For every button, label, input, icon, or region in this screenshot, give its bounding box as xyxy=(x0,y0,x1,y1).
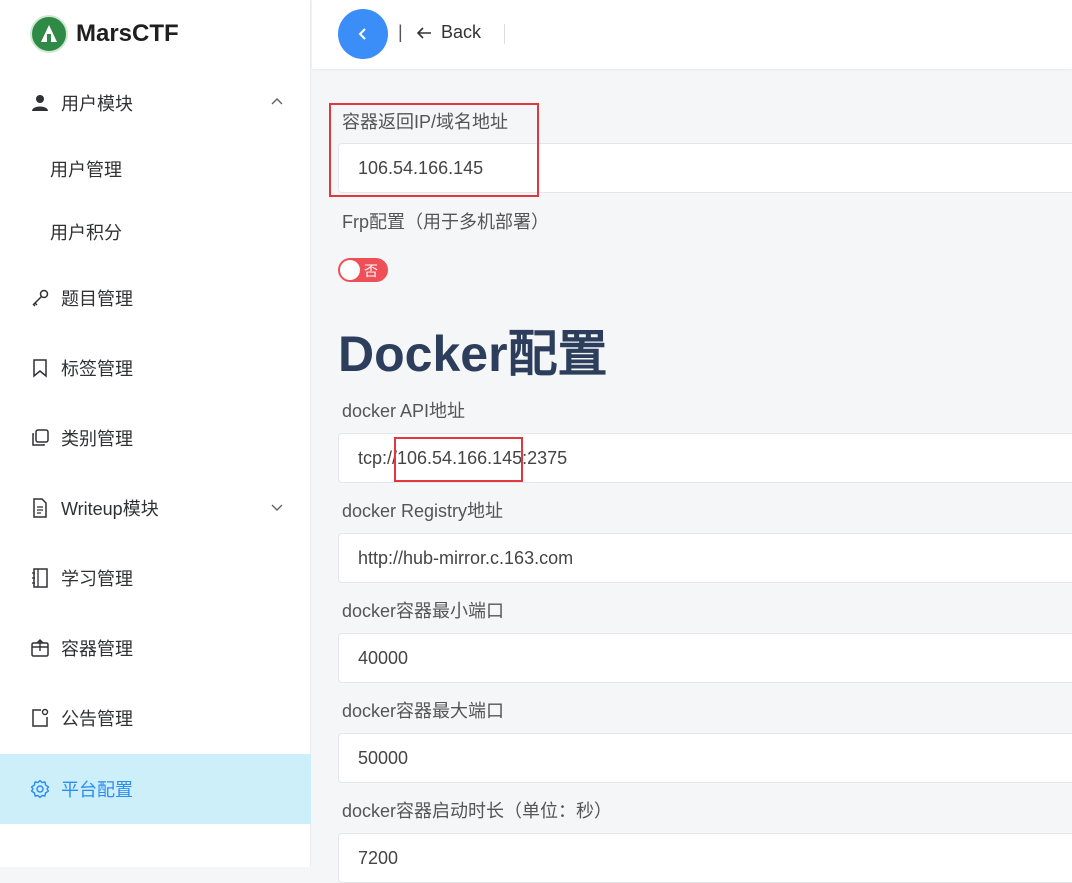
docker-section-title: Docker配置 xyxy=(338,326,608,382)
logo-icon xyxy=(30,15,68,53)
user-icon xyxy=(30,93,50,113)
docker-api-label: docker API地址 xyxy=(342,401,466,421)
sidebar-item-challenges[interactable]: 题目管理 xyxy=(0,263,311,333)
frp-toggle[interactable]: 否 xyxy=(338,258,388,282)
sidebar-item-tags[interactable]: 标签管理 xyxy=(0,333,311,403)
sidebar-item-label: 用户管理 xyxy=(50,160,122,180)
sidebar: MarsCTF 用户模块 用户管理 用户积分 题目管理 标签管理 类别管理 Wr… xyxy=(0,0,311,867)
sidebar-item-platform-config[interactable]: 平台配置 xyxy=(0,754,311,824)
duration-label: docker容器启动时长（单位：秒） xyxy=(342,801,613,821)
min-port-input[interactable]: 40000 xyxy=(338,633,1072,683)
sidebar-item-label: 类别管理 xyxy=(61,429,133,449)
chevron-left-icon xyxy=(358,28,366,40)
brand-name: MarsCTF xyxy=(76,20,179,47)
sidebar-item-user-management[interactable]: 用户管理 xyxy=(0,134,311,204)
sidebar-item-label: 学习管理 xyxy=(61,569,133,589)
sidebar-item-user-points[interactable]: 用户积分 xyxy=(0,197,311,267)
sidebar-item-categories[interactable]: 类别管理 xyxy=(0,403,311,473)
frp-label: Frp配置（用于多机部署） xyxy=(342,212,549,232)
header-divider xyxy=(504,24,505,44)
sidebar-item-writeup-module[interactable]: Writeup模块 xyxy=(0,473,311,543)
document-icon xyxy=(30,498,50,518)
docker-api-input[interactable]: tcp://106.54.166.145:2375 xyxy=(338,433,1072,483)
sidebar-item-user-module[interactable]: 用户模块 xyxy=(0,68,311,138)
sidebar-item-label: Writeup模块 xyxy=(61,499,159,519)
min-port-label: docker容器最小端口 xyxy=(342,601,505,621)
arrow-left-icon xyxy=(416,26,431,39)
notebook-icon xyxy=(30,568,50,588)
back-button[interactable]: Back xyxy=(415,22,481,43)
docker-registry-input[interactable]: http://hub-mirror.c.163.com xyxy=(338,533,1072,583)
container-ip-label: 容器返回IP/域名地址 xyxy=(342,112,509,132)
sidebar-item-notices[interactable]: 公告管理 xyxy=(0,683,311,753)
max-port-label: docker容器最大端口 xyxy=(342,701,505,721)
sidebar-item-label: 公告管理 xyxy=(61,709,133,729)
bookmark-icon xyxy=(30,358,50,378)
duration-input[interactable]: 7200 xyxy=(338,833,1072,883)
back-circle-button[interactable] xyxy=(338,9,388,59)
gear-icon xyxy=(30,779,50,799)
copy-icon xyxy=(30,428,50,448)
toggle-knob xyxy=(340,260,360,280)
sidebar-item-label: 容器管理 xyxy=(61,639,133,659)
chevron-down-icon xyxy=(271,504,283,511)
sidebar-item-learning[interactable]: 学习管理 xyxy=(0,543,311,613)
box-icon xyxy=(30,638,50,658)
notice-icon xyxy=(30,708,50,728)
max-port-input[interactable]: 50000 xyxy=(338,733,1072,783)
sidebar-item-label: 题目管理 xyxy=(61,289,133,309)
sidebar-item-label: 平台配置 xyxy=(61,780,133,800)
top-header: | Back xyxy=(312,0,1072,69)
sidebar-item-label: 标签管理 xyxy=(61,359,133,379)
sidebar-item-containers[interactable]: 容器管理 xyxy=(0,613,311,683)
chevron-up-icon xyxy=(271,98,283,105)
back-label: Back xyxy=(441,22,482,42)
docker-registry-label: docker Registry地址 xyxy=(342,501,504,521)
key-icon xyxy=(30,288,50,308)
header-separator: | xyxy=(398,22,403,42)
sidebar-item-label: 用户模块 xyxy=(61,94,133,114)
toggle-text: 否 xyxy=(364,263,378,279)
sidebar-item-label: 用户积分 xyxy=(50,223,122,243)
container-ip-input[interactable]: 106.54.166.145 xyxy=(338,143,1072,193)
brand[interactable]: MarsCTF xyxy=(30,14,179,54)
